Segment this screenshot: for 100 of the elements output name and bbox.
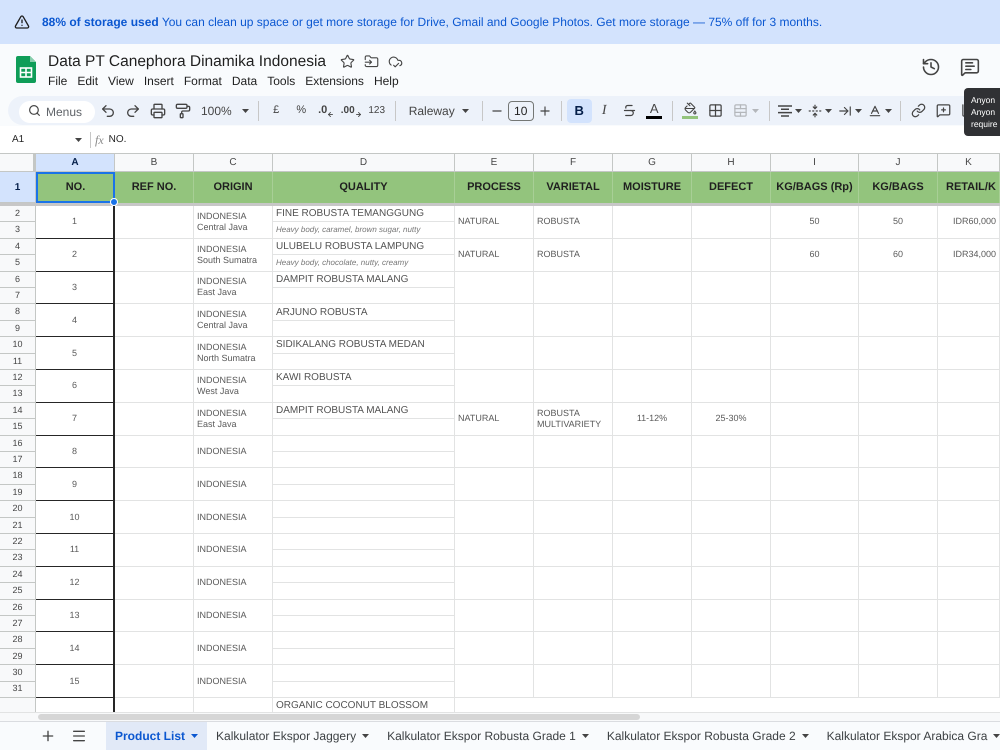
menu-item[interactable]: View [103,74,139,88]
menu-item[interactable]: File [43,74,72,88]
menu-item[interactable]: Extensions [300,74,369,88]
row-number[interactable]: 13 [0,386,36,403]
row-number[interactable]: 26 [0,600,36,616]
row-number[interactable]: 2 [0,206,36,222]
column-header[interactable]: G [613,154,692,171]
row-number[interactable]: 29 [0,648,36,666]
borders-icon[interactable] [708,103,723,118]
table-cell: INDONESIA Central Java [194,206,273,239]
star-icon[interactable] [340,54,356,68]
row-number[interactable]: 21 [0,518,36,534]
row-number[interactable]: 7 [0,288,36,304]
row-number[interactable]: 18 [0,468,36,485]
row-number[interactable]: 10 [0,337,36,354]
row-number[interactable]: 17 [0,452,36,468]
caret-icon [854,108,862,112]
row-number[interactable]: 1 [0,172,36,203]
column-header[interactable]: E [455,154,534,171]
row-number[interactable]: 3 [0,222,36,239]
link-icon[interactable] [910,103,926,118]
search-field[interactable]: Menus [19,100,95,122]
column-header[interactable]: D [273,154,455,171]
history-icon[interactable] [921,57,941,77]
row-number[interactable]: 22 [0,534,36,550]
row-number[interactable]: 20 [0,501,36,518]
comment-icon[interactable] [960,57,980,77]
caret-icon [884,108,892,112]
menu-item[interactable]: Insert [138,74,179,88]
caret-icon [242,108,249,112]
row-number[interactable]: 16 [0,436,36,452]
menu-item[interactable]: Format [178,74,227,88]
add-comment-icon[interactable] [936,103,951,118]
row-number[interactable]: 24 [0,566,36,584]
row-number[interactable]: 8 [0,304,36,321]
row-number[interactable]: 12 [0,370,36,386]
column-header[interactable]: H [692,154,771,171]
row-number[interactable]: 15 [0,419,36,436]
column-header[interactable]: C [194,154,273,171]
undo-icon[interactable] [100,102,116,118]
row-number[interactable]: 27 [0,616,36,632]
row-number[interactable]: 30 [0,665,36,682]
row-number[interactable]: 14 [0,402,36,420]
row-header-cell[interactable] [0,698,36,712]
row-number[interactable]: 25 [0,583,36,600]
row-number[interactable]: 19 [0,484,36,502]
column-header[interactable]: B [115,154,194,171]
row-number[interactable]: 9 [0,320,36,338]
table-cell: INDONESIA [194,600,273,632]
add-sheet-icon[interactable] [40,728,56,744]
menu-item[interactable]: Edit [72,74,104,88]
cloud-check-icon[interactable] [388,54,404,68]
column-header[interactable]: K [938,154,1000,171]
row-number[interactable]: 11 [0,354,36,370]
print-icon[interactable] [150,102,166,118]
text-color-button[interactable]: A [642,98,667,122]
sheet-tab[interactable]: Kalkulator Ekspor Robusta Grade 1 [378,722,598,750]
row-number[interactable]: 31 [0,682,36,698]
strikethrough-icon[interactable] [622,103,637,118]
row-number[interactable]: 28 [0,632,36,649]
zoom-dropdown[interactable]: 100% [195,98,253,122]
sheet-tab[interactable]: Kalkulator Ekspor Robusta Grade 2 [598,722,818,750]
document-title[interactable]: Data PT Canephora Dinamika Indonesia [48,52,326,70]
decrease-decimal-button[interactable]: .0 [314,98,339,122]
selection-handle-icon[interactable] [110,198,118,206]
sheet-tab[interactable]: Kalkulator Ekspor Jaggery [207,722,378,750]
sheet-tab[interactable]: Kalkulator Ekspor Arabica Gra [818,722,1000,750]
bold-button[interactable]: B [566,98,592,122]
folder-icon[interactable] [364,54,380,68]
empty-cell [938,665,1000,698]
spreadsheet-logo-icon[interactable] [16,56,36,83]
percent-button[interactable]: % [288,98,314,122]
formula-input[interactable]: NO. [108,132,126,147]
column-header[interactable]: J [859,154,938,171]
row-number[interactable]: 23 [0,550,36,567]
column-header[interactable]: F [534,154,613,171]
redo-icon[interactable] [124,102,140,118]
font-size-field[interactable]: 10 [508,100,534,120]
italic-button[interactable]: I [592,98,617,122]
row-number[interactable]: 6 [0,272,36,288]
menu-item[interactable]: Data [226,74,262,88]
menu-item[interactable]: Help [368,74,404,88]
sheet-tab[interactable]: Product List [106,722,208,750]
menu-item[interactable]: Tools [262,74,300,88]
fx-label: fx [95,132,104,148]
number-format-button[interactable]: 123 [364,98,390,122]
plus-icon[interactable] [538,104,552,118]
column-header[interactable]: A [36,154,115,171]
table-cell: 10 [36,501,115,534]
header-cell: KG/BAGS [859,172,938,203]
row-number[interactable]: 5 [0,255,36,272]
currency-button[interactable]: £ [264,98,289,122]
row-number[interactable]: 4 [0,238,36,256]
all-sheets-icon[interactable] [71,728,87,744]
column-header[interactable]: I [771,154,859,171]
horizontal-scrollbar[interactable] [38,714,640,720]
paint-roller-icon[interactable] [174,102,190,118]
name-box[interactable]: A1 [0,128,88,150]
font-dropdown[interactable]: Raleway [400,98,477,122]
increase-decimal-button[interactable]: .00 [338,98,364,122]
